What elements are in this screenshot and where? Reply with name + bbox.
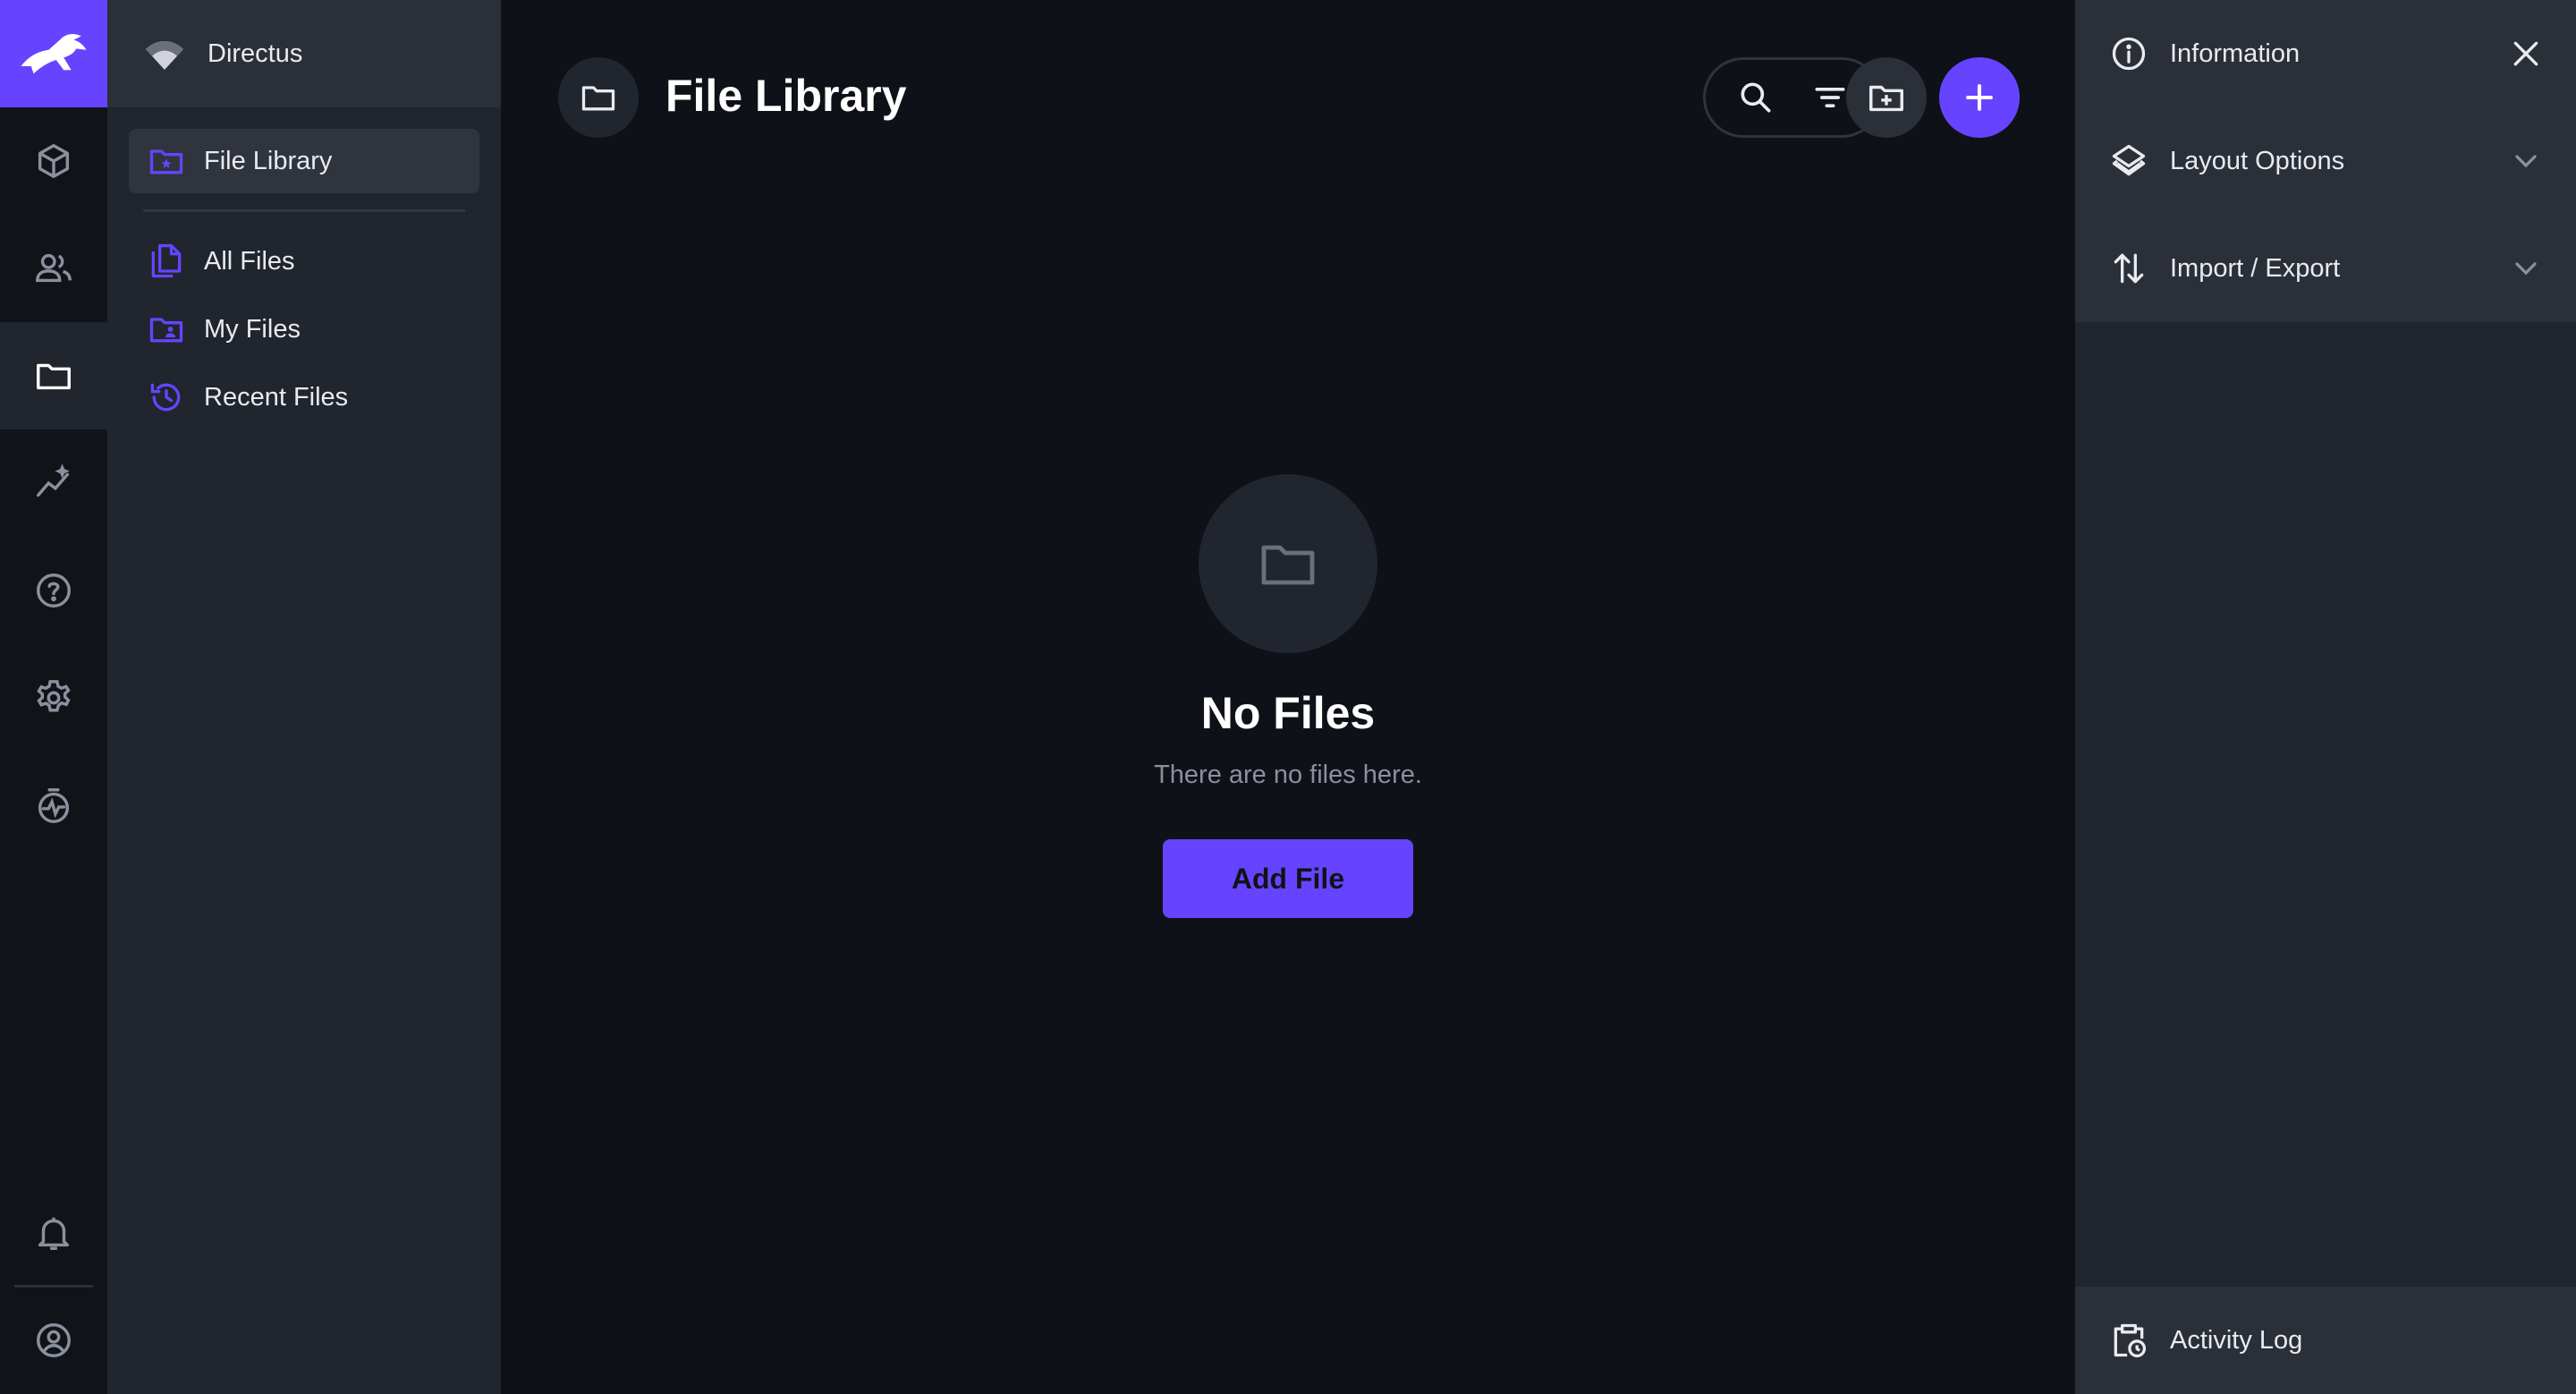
module-files[interactable] — [0, 322, 107, 429]
import-export-icon — [2114, 253, 2144, 284]
help-icon — [37, 574, 71, 608]
nav-item-label: My Files — [204, 314, 301, 344]
sidebar: Information Layout Options Import / Expo — [2075, 0, 2576, 1394]
add-file-header-button[interactable] — [1939, 57, 2020, 138]
gear-icon — [37, 680, 71, 712]
folder-icon — [581, 86, 615, 111]
empty-state-subtitle: There are no files here. — [1154, 761, 1422, 789]
add-file-button[interactable]: Add File — [1163, 839, 1413, 918]
module-settings[interactable] — [0, 644, 107, 752]
sidebar-information[interactable]: Information — [2075, 0, 2576, 107]
stopwatch-activity-icon — [38, 788, 70, 823]
activity-log-row[interactable]: Activity Log — [2075, 1287, 2576, 1394]
module-content[interactable] — [0, 107, 107, 215]
sidebar-sections: Information Layout Options Import / Expo — [2075, 0, 2576, 322]
nav-item-my-files[interactable]: My Files — [129, 297, 479, 361]
info-icon — [2112, 37, 2146, 71]
history-icon — [150, 383, 181, 412]
close-icon[interactable] — [2508, 36, 2544, 72]
clipboard-clock-icon — [2114, 1323, 2147, 1358]
sidebar-import-export[interactable]: Import / Export — [2075, 215, 2576, 322]
folder-icon — [37, 363, 71, 390]
user-menu-button[interactable] — [0, 1287, 107, 1394]
wifi-icon — [146, 41, 183, 70]
nav-item-label: Recent Files — [204, 382, 349, 412]
sidebar-information-label: Information — [2170, 38, 2301, 68]
module-insights[interactable] — [0, 429, 107, 537]
create-new-folder-icon — [1869, 85, 1903, 112]
bell-icon — [38, 1217, 70, 1250]
nav-item-all-files[interactable]: All Files — [129, 229, 479, 293]
module-activity[interactable] — [0, 752, 107, 859]
module-bar — [0, 0, 107, 1394]
account-circle-icon — [37, 1323, 71, 1357]
nav-item-label: File Library — [204, 146, 333, 175]
project-name: Directus — [208, 38, 303, 68]
activity-log-label: Activity Log — [2170, 1325, 2303, 1355]
plus-icon — [1966, 84, 1993, 111]
empty-state-icon — [1199, 474, 1377, 653]
filter-icon[interactable] — [1810, 78, 1850, 117]
module-users[interactable] — [0, 215, 107, 322]
project-header[interactable]: Directus — [107, 0, 501, 107]
folder-special-icon — [149, 149, 183, 174]
notifications-button[interactable] — [0, 1179, 107, 1287]
layers-icon — [2112, 144, 2146, 176]
cube-icon — [38, 144, 70, 178]
directus-logo[interactable] — [0, 0, 107, 107]
sidebar-import-export-label: Import / Export — [2170, 253, 2341, 283]
folder-icon — [1261, 545, 1315, 585]
module-help[interactable] — [0, 537, 107, 644]
rabbit-logo-icon — [21, 33, 87, 74]
app-window: Directus File Library All Files My Files — [0, 0, 2576, 1394]
search-icon[interactable] — [1736, 78, 1775, 117]
folder-shared-icon — [149, 318, 183, 343]
nav-item-file-library[interactable]: File Library — [129, 129, 479, 193]
navigation-panel: Directus File Library All Files My Files — [107, 0, 501, 1394]
chevron-down-icon — [2515, 262, 2537, 276]
empty-state-title: No Files — [1200, 688, 1376, 738]
header-icon-button[interactable] — [558, 57, 639, 138]
sidebar-activity-log[interactable]: Activity Log — [2075, 1287, 2576, 1394]
nav-item-recent-files[interactable]: Recent Files — [129, 365, 479, 429]
file-copy-icon — [151, 243, 182, 278]
sidebar-layout-options[interactable]: Layout Options — [2075, 107, 2576, 215]
sidebar-layout-options-label: Layout Options — [2170, 146, 2345, 175]
nav-item-label: All Files — [204, 246, 295, 276]
insights-icon — [37, 463, 70, 497]
nav-divider — [143, 209, 465, 212]
main-content: File Library No Files There are no files… — [501, 0, 2075, 1394]
page-title: File Library — [665, 71, 907, 121]
create-folder-button[interactable] — [1846, 57, 1927, 138]
users-icon — [36, 253, 72, 283]
chevron-down-icon — [2515, 155, 2537, 168]
